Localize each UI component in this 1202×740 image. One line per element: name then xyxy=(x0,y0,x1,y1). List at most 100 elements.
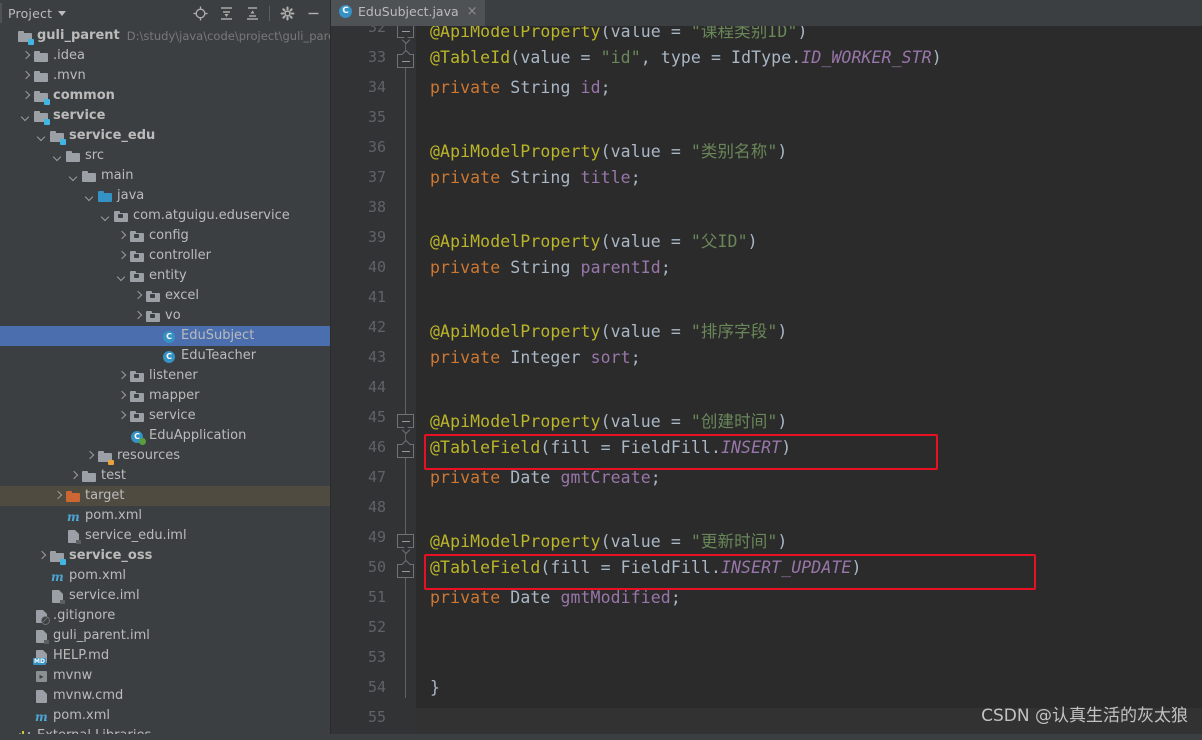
tree-row-eduapplication[interactable]: C EduApplication xyxy=(0,426,330,446)
tree-row--idea[interactable]: .idea xyxy=(0,46,330,66)
tree-row-guli_parent-iml[interactable]: guli_parent.iml xyxy=(0,626,330,646)
code-line: @ApiModelProperty(value = "排序字段") xyxy=(430,322,788,341)
tab-edusubject-java[interactable]: C EduSubject.java × xyxy=(331,0,485,26)
chevron-right-icon[interactable] xyxy=(133,291,144,302)
tree-row-guli_parent[interactable]: guli_parent D:\study\java\code\project\gu… xyxy=(0,26,330,46)
tree-row-controller[interactable]: controller xyxy=(0,246,330,266)
tree-row-mvnw-cmd[interactable]: mvnw.cmd xyxy=(0,686,330,706)
tree-row-service_edu-iml[interactable]: service_edu.iml xyxy=(0,526,330,546)
tree-row--mvn[interactable]: .mvn xyxy=(0,66,330,86)
tree-row-target[interactable]: target xyxy=(0,486,330,506)
chevron-right-icon[interactable] xyxy=(21,71,32,82)
fold-rail xyxy=(405,548,406,608)
locate-target-icon[interactable] xyxy=(187,0,213,26)
tree-row-listener[interactable]: listener xyxy=(0,366,330,386)
tree-row-pom-xml[interactable]: m pom.xml xyxy=(0,566,330,586)
tree-row--gitignore[interactable]: .gitignore xyxy=(0,606,330,626)
chevron-right-icon[interactable] xyxy=(69,471,80,482)
package-icon xyxy=(130,389,145,404)
tree-row-mapper[interactable]: mapper xyxy=(0,386,330,406)
tree-row-vo[interactable]: vo xyxy=(0,306,330,326)
chevron-down-icon[interactable] xyxy=(58,10,67,16)
chevron-down-icon[interactable] xyxy=(117,271,128,282)
chevron-right-icon[interactable] xyxy=(117,391,128,402)
code-folding-column[interactable] xyxy=(394,26,416,740)
chevron-right-icon[interactable] xyxy=(117,251,128,262)
tree-row-src[interactable]: src xyxy=(0,146,330,166)
tree-row-test[interactable]: test xyxy=(0,466,330,486)
chevron-down-icon[interactable] xyxy=(85,191,96,202)
watermark: CSDN @认真生活的灰太狼 xyxy=(981,706,1188,726)
code-line: } xyxy=(430,678,441,697)
tree-row-label: pom.xml xyxy=(53,708,110,723)
minimize-icon[interactable] xyxy=(300,0,326,26)
tree-row-service_edu[interactable]: service_edu xyxy=(0,126,330,146)
line-number: 38 xyxy=(367,198,386,216)
tree-row-eduteacher[interactable]: C EduTeacher xyxy=(0,346,330,366)
fold-marker-close[interactable] xyxy=(397,564,414,578)
java-class-icon: C xyxy=(339,4,352,18)
tree-row-label: listener xyxy=(149,368,198,383)
tree-row-service-iml[interactable]: service.iml xyxy=(0,586,330,606)
tree-row-pom-xml[interactable]: m pom.xml xyxy=(0,506,330,526)
chevron-down-icon[interactable] xyxy=(53,151,64,162)
folder-icon xyxy=(66,149,81,164)
chevron-right-icon[interactable] xyxy=(117,231,128,242)
tree-row-common[interactable]: common xyxy=(0,86,330,106)
tree-row-help-md[interactable]: MD HELP.md xyxy=(0,646,330,666)
project-tree[interactable]: guli_parent D:\study\java\code\project\gu… xyxy=(0,26,331,740)
line-number: 42 xyxy=(367,318,386,336)
chevron-down-icon[interactable] xyxy=(37,131,48,142)
chevron-down-icon[interactable] xyxy=(69,171,80,182)
tree-row-mvnw[interactable]: ▸ mvnw xyxy=(0,666,330,686)
fold-marker-open[interactable] xyxy=(397,534,414,548)
chevron-right-icon[interactable] xyxy=(21,91,32,102)
fold-marker-open[interactable] xyxy=(397,414,414,428)
folder-icon xyxy=(34,69,49,84)
tree-row-config[interactable]: config xyxy=(0,226,330,246)
code-text-area[interactable]: @ApiModelProperty(value = "课程类别ID") @Tabl… xyxy=(416,26,1202,740)
tree-row-excel[interactable]: excel xyxy=(0,286,330,306)
tree-row-java[interactable]: java xyxy=(0,186,330,206)
chevron-right-icon[interactable] xyxy=(117,371,128,382)
collapse-all-icon[interactable] xyxy=(239,0,265,26)
tree-row-com-atguigu-eduservice[interactable]: com.atguigu.eduservice xyxy=(0,206,330,226)
tree-row-edusubject[interactable]: C EduSubject xyxy=(0,326,330,346)
chevron-right-icon[interactable] xyxy=(117,411,128,422)
chevron-down-icon[interactable] xyxy=(21,111,32,122)
tree-row-service[interactable]: service xyxy=(0,106,330,126)
iml-file-icon xyxy=(66,529,81,544)
tree-row-label: resources xyxy=(117,448,181,463)
expand-all-icon[interactable] xyxy=(213,0,239,26)
code-line: @ApiModelProperty(value = "创建时间") xyxy=(430,412,788,431)
code-line: @TableField(fill = FieldFill.INSERT) xyxy=(430,438,792,457)
tree-row-label: java xyxy=(117,188,145,203)
java-class-icon: C xyxy=(162,329,177,344)
project-toolbar xyxy=(187,0,330,26)
chevron-right-icon[interactable] xyxy=(85,451,96,462)
tree-row-label: service xyxy=(53,108,106,123)
close-icon[interactable]: × xyxy=(467,5,478,18)
tree-row-entity[interactable]: entity xyxy=(0,266,330,286)
chevron-down-icon[interactable] xyxy=(101,211,112,222)
code-line: private String id; xyxy=(430,78,611,97)
tree-row-service_oss[interactable]: service_oss xyxy=(0,546,330,566)
fold-marker-close[interactable] xyxy=(397,54,414,68)
toolbar-separator xyxy=(269,5,270,21)
settings-gear-icon[interactable] xyxy=(274,0,300,26)
code-editor[interactable]: 32 33 34 35 36 37 38 39 40 41 42 43 44 45 46 47 48 49 50 51… xyxy=(331,26,1202,740)
tree-row-main[interactable]: main xyxy=(0,166,330,186)
line-number: 48 xyxy=(367,498,386,516)
tree-row-pom-xml[interactable]: m pom.xml xyxy=(0,706,330,726)
tree-row-resources[interactable]: resources xyxy=(0,446,330,466)
fold-marker-open[interactable] xyxy=(397,26,414,38)
chevron-right-icon[interactable] xyxy=(53,491,64,502)
chevron-right-icon[interactable] xyxy=(37,551,48,562)
chevron-right-icon[interactable] xyxy=(133,311,144,322)
fold-marker-close[interactable] xyxy=(397,444,414,458)
chevron-right-icon[interactable] xyxy=(21,51,32,62)
tree-row-service[interactable]: service xyxy=(0,406,330,426)
